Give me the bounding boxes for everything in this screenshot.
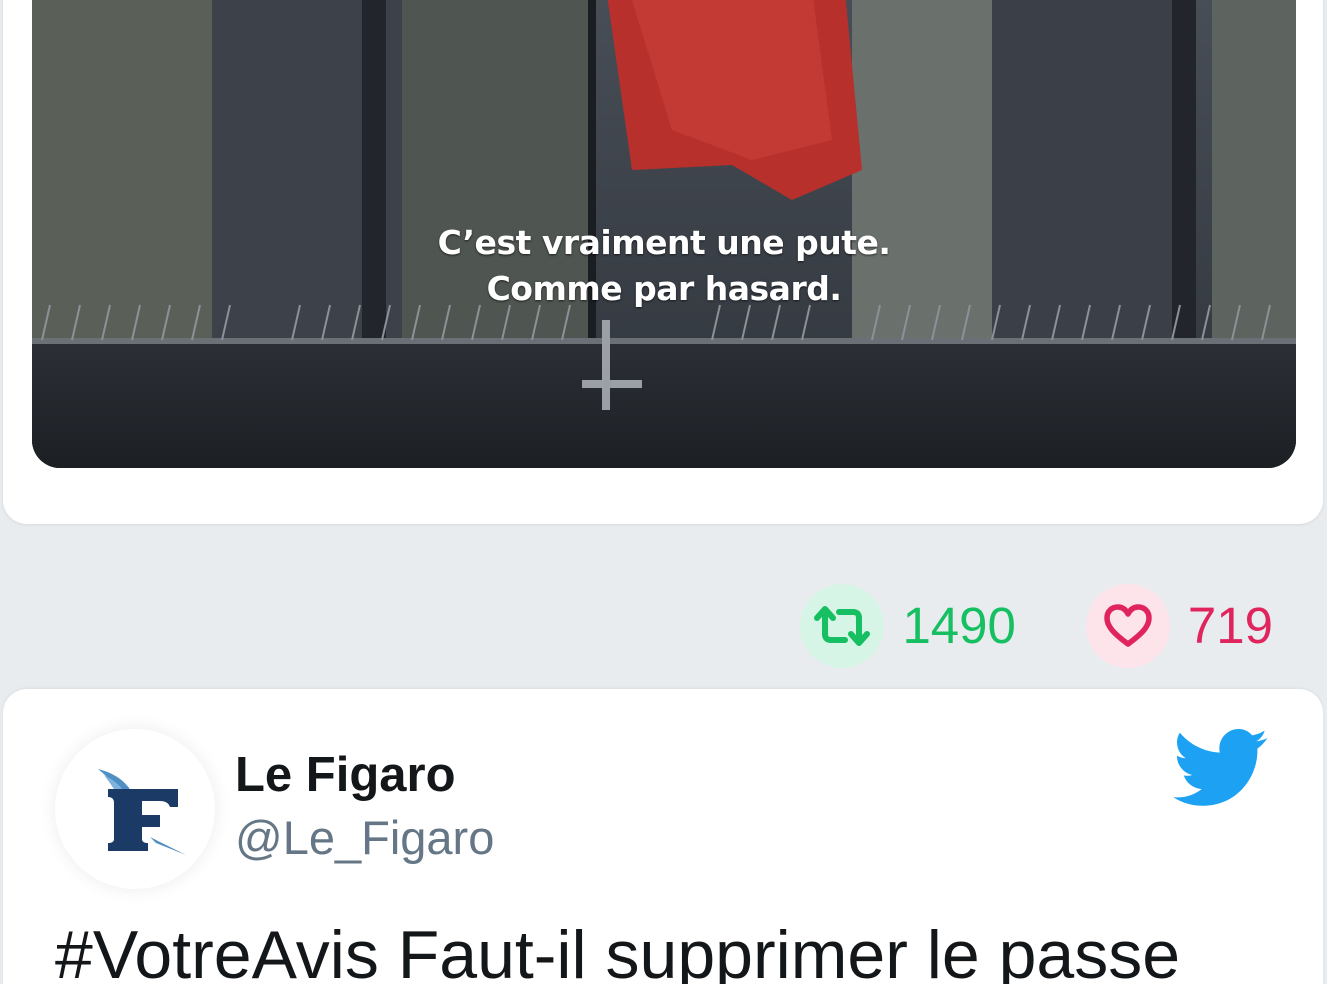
retweet-icon: [800, 584, 885, 668]
tweet-actions: 1490 719: [800, 584, 1273, 668]
tweet-card: C’est vraiment une pute. Comme par hasar…: [3, 0, 1323, 524]
le-figaro-logo: [98, 769, 186, 855]
retweet-button[interactable]: 1490: [800, 584, 1016, 668]
twitter-bird-icon[interactable]: [1173, 729, 1269, 812]
tweet-card: Le Figaro @Le_Figaro #VotreAvis Faut-il …: [3, 689, 1323, 984]
retweet-count: 1490: [902, 597, 1016, 654]
video-subtitle-line-1: C’est vraiment une pute.: [437, 223, 891, 262]
tweet-text: #VotreAvis Faut-il supprimer le passe: [55, 917, 1181, 984]
author-handle[interactable]: @Le_Figaro: [235, 810, 494, 865]
author-name[interactable]: Le Figaro: [235, 747, 456, 803]
tweet-video[interactable]: C’est vraiment une pute. Comme par hasar…: [32, 0, 1296, 468]
like-button[interactable]: 719: [1085, 584, 1273, 668]
video-subtitle-line-2: Comme par hasard.: [486, 269, 842, 308]
like-count: 719: [1187, 597, 1273, 654]
author-avatar[interactable]: [55, 729, 215, 889]
tweet-feed: C’est vraiment une pute. Comme par hasar…: [0, 0, 1327, 984]
heart-icon: [1085, 584, 1170, 668]
